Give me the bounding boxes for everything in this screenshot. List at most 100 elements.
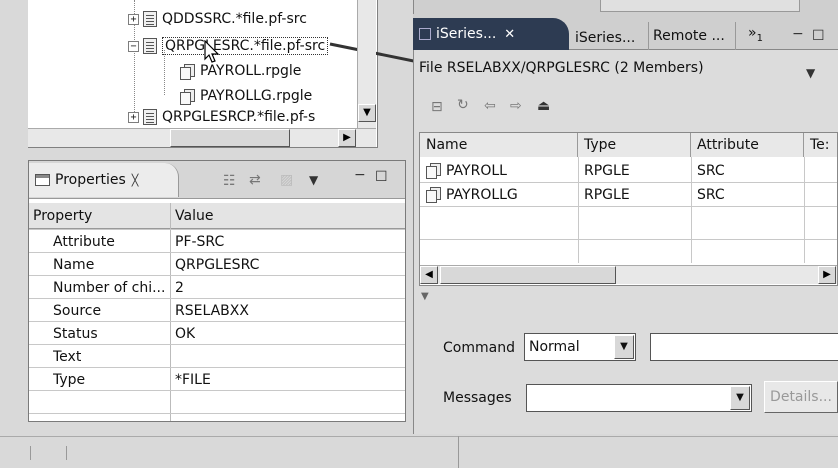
tree-vertical-scrollbar[interactable]: ▼ (357, 0, 376, 128)
properties-table-header: Property Value (29, 203, 405, 229)
refresh-icon[interactable]: ↻ (457, 97, 469, 113)
table-row[interactable]: PAYROLLG RPGLE SRC (420, 183, 837, 207)
property-row[interactable]: Number of chi... 2 (29, 276, 405, 299)
command-mode-select[interactable]: Normal ▼ (524, 333, 636, 361)
property-value: OK (175, 325, 196, 342)
column-header[interactable]: Type (578, 133, 691, 157)
properties-icon (35, 174, 50, 186)
property-name: Name (53, 256, 95, 273)
expand-icon[interactable]: + (128, 13, 139, 25)
tree-item-payrollg[interactable]: PAYROLLG.rpgle (180, 85, 312, 107)
grid-line (29, 367, 405, 368)
scroll-right-button[interactable]: ▶ (818, 266, 836, 284)
command-label: Command (443, 340, 515, 356)
cell-name: PAYROLLG (446, 186, 518, 203)
property-row[interactable]: Source RSELABXX (29, 299, 405, 322)
top-view-tab[interactable] (600, 0, 800, 12)
tab-overflow-button[interactable]: »1 (748, 25, 763, 44)
chevron-down-icon[interactable]: ▼ (614, 335, 634, 359)
property-value: PF-SRC (175, 233, 225, 250)
tab-iseries-second[interactable]: iSeries... (571, 26, 647, 50)
column-header[interactable]: Name (420, 133, 578, 157)
grid-line (29, 390, 405, 391)
property-name: Status (53, 325, 98, 342)
status-bar (0, 436, 838, 468)
tab-properties[interactable]: Properties ╳ (29, 163, 179, 197)
tree-item-label: QDDSSRC.*file.pf-src (162, 11, 307, 27)
scroll-left-button[interactable]: ◀ (420, 266, 438, 284)
show-categories-icon[interactable]: ☷ (223, 173, 236, 189)
column-header-property[interactable]: Property (33, 208, 92, 224)
tree-horizontal-scrollbar[interactable]: ◀ ▶ (0, 128, 376, 147)
grid-line (578, 157, 579, 263)
property-name: Type (53, 371, 86, 388)
collapse-icon[interactable]: − (128, 40, 139, 52)
property-row[interactable]: Name QRPGLESRC (29, 253, 405, 276)
tree-item-payroll[interactable]: PAYROLL.rpgle (180, 60, 301, 82)
property-row[interactable]: Text (29, 345, 405, 368)
restore-default-icon[interactable]: ▨ (280, 172, 293, 188)
scroll-right-button[interactable]: ▶ (338, 129, 356, 147)
scroll-thumb[interactable] (170, 129, 290, 147)
command-mode-value: Normal (529, 339, 580, 355)
scroll-thumb[interactable] (440, 266, 616, 284)
maximize-icon[interactable]: ☐ (812, 28, 825, 44)
chevron-down-icon[interactable]: ▼ (730, 386, 750, 410)
table-cell: SRC (697, 159, 725, 182)
table-row[interactable]: PAYROLL RPGLE SRC (420, 159, 837, 183)
view-menu-icon[interactable]: ▼ (806, 66, 815, 80)
table-cell: PAYROLLG (426, 183, 518, 206)
back-arrow-icon[interactable]: ⇦ (484, 98, 496, 114)
filter-icon[interactable]: ⊟ (431, 99, 443, 115)
property-row[interactable]: Attribute PF-SRC (29, 230, 405, 253)
tree-item-qrpglesrc[interactable]: − QRPGLESRC.*file.pf-src (128, 35, 329, 57)
grid-line (420, 206, 837, 207)
maximize-icon[interactable]: ☐ (375, 169, 388, 185)
scroll-down-button[interactable]: ▼ (358, 104, 376, 122)
show-advanced-icon[interactable]: ⇄ (249, 172, 261, 188)
status-separator (30, 446, 31, 460)
collapse-command-area-icon[interactable]: ▼ (421, 291, 429, 302)
tree-item-qddssrc[interactable]: + QDDSSRC.*file.pf-src (128, 8, 307, 30)
details-button[interactable]: Details... (764, 381, 838, 413)
property-row[interactable]: Type *FILE (29, 368, 405, 391)
tree-item-label: PAYROLLG.rpgle (200, 88, 313, 104)
close-icon[interactable]: ✕ (504, 27, 515, 42)
property-name: Text (53, 348, 82, 365)
close-icon[interactable]: ╳ (132, 174, 139, 187)
source-file-icon (143, 38, 157, 54)
tab-remote[interactable]: Remote ... (648, 22, 736, 50)
table-view-icon (419, 28, 431, 40)
properties-view: Properties ╳ ☷ ⇄ ▨ ▼ − ☐ Property Value … (28, 160, 406, 422)
view-menu-icon[interactable]: ▼ (309, 173, 318, 187)
member-icon (426, 187, 441, 203)
property-row[interactable]: Status OK (29, 322, 405, 345)
table-cell: RPGLE (584, 159, 630, 182)
forward-arrow-icon[interactable]: ⇨ (510, 98, 522, 114)
remote-systems-tree[interactable]: + QDDSSRC.*file.pf-src − QRPGLESRC.*file… (0, 0, 460, 148)
column-header[interactable]: Attribute (691, 133, 804, 157)
column-header[interactable]: Te: (804, 133, 837, 157)
grid-line (804, 157, 805, 263)
column-header-value[interactable]: Value (175, 208, 213, 224)
minimize-icon[interactable]: − (792, 26, 804, 42)
table-cell: PAYROLL (426, 159, 507, 182)
cell-name: PAYROLL (446, 162, 507, 179)
cell-type: RPGLE (584, 162, 630, 179)
up-level-icon[interactable]: ⏏ (537, 98, 550, 114)
expand-icon[interactable]: + (128, 111, 139, 123)
property-name: Attribute (53, 233, 115, 250)
property-value: *FILE (175, 371, 211, 388)
overflow-count: 1 (756, 32, 763, 44)
command-input[interactable] (650, 333, 838, 361)
tab-iseries-table-active[interactable]: iSeries... ✕ (413, 18, 569, 50)
members-table[interactable]: Name Type Attribute Te: PAYROLL RPGLE SRC PAYR… (419, 132, 838, 286)
messages-select[interactable]: ▼ (526, 384, 752, 412)
minimize-icon[interactable]: − (354, 167, 366, 183)
table-horizontal-scrollbar[interactable]: ◀ ▶ (420, 265, 837, 284)
property-name: Number of chi... (53, 279, 166, 296)
path-label: File RSELABXX/QRPGLESRC (2 Members) (419, 60, 704, 76)
grid-line (691, 157, 692, 263)
source-file-icon (143, 109, 157, 125)
tree-item-qrpglesrcp[interactable]: + QRPGLESRCP.*file.pf-s (128, 109, 315, 125)
